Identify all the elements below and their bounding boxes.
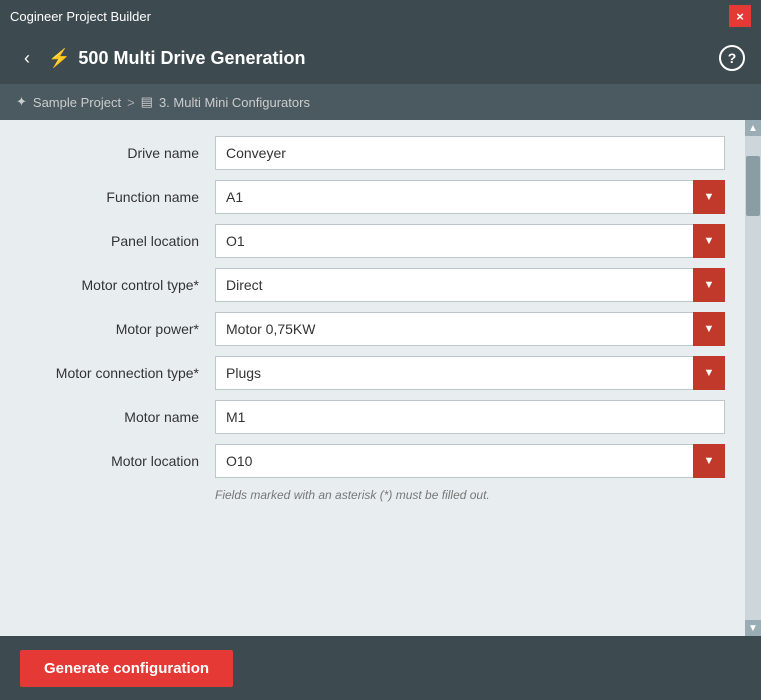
form-row-motor-connection-type: Motor connection type*Plugs	[20, 356, 725, 390]
close-button[interactable]: ×	[729, 5, 751, 27]
label-motor-control-type: Motor control type*	[20, 277, 215, 293]
select-wrapper-motor-power: Motor 0,75KW	[215, 312, 725, 346]
form-container: Drive nameFunction nameA1Panel locationO…	[0, 120, 745, 636]
help-button[interactable]: ?	[719, 45, 745, 71]
form-row-panel-location: Panel locationO1	[20, 224, 725, 258]
select-motor-location[interactable]: O10	[215, 444, 725, 478]
breadcrumb-separator: >	[127, 95, 135, 110]
breadcrumb-doc-icon: ▤	[141, 94, 153, 110]
content-area: Drive nameFunction nameA1Panel locationO…	[0, 120, 761, 636]
breadcrumb-project-name: Sample Project	[33, 95, 121, 110]
breadcrumb-step: 3. Multi Mini Configurators	[159, 95, 310, 110]
select-motor-power[interactable]: Motor 0,75KW	[215, 312, 725, 346]
form-row-drive-name: Drive name	[20, 136, 725, 170]
form-row-motor-location: Motor locationO10	[20, 444, 725, 478]
select-wrapper-motor-control-type: Direct	[215, 268, 725, 302]
select-wrapper-panel-location: O1	[215, 224, 725, 258]
label-motor-name: Motor name	[20, 409, 215, 425]
select-wrapper-function-name: A1	[215, 180, 725, 214]
header-title: ⚡ 500 Multi Drive Generation	[48, 48, 306, 69]
form-row-motor-name: Motor name	[20, 400, 725, 434]
back-button[interactable]: ‹	[16, 44, 38, 73]
scrollbar-down-arrow[interactable]: ▼	[745, 620, 761, 636]
lightning-icon: ⚡	[48, 48, 70, 69]
form-row-motor-power: Motor power*Motor 0,75KW	[20, 312, 725, 346]
select-motor-connection-type[interactable]: Plugs	[215, 356, 725, 390]
header-left: ‹ ⚡ 500 Multi Drive Generation	[16, 44, 306, 73]
scrollbar-thumb[interactable]	[746, 156, 760, 216]
main-window: Cogineer Project Builder × ‹ ⚡ 500 Multi…	[0, 0, 761, 700]
form-footnote: Fields marked with an asterisk (*) must …	[215, 488, 725, 502]
window-title: Cogineer Project Builder	[10, 9, 151, 24]
header-title-text: 500 Multi Drive Generation	[78, 48, 305, 69]
breadcrumb: ✦ Sample Project > ▤ 3. Multi Mini Confi…	[0, 84, 761, 120]
select-motor-control-type[interactable]: Direct	[215, 268, 725, 302]
input-motor-name[interactable]	[215, 400, 725, 434]
label-drive-name: Drive name	[20, 145, 215, 161]
select-panel-location[interactable]: O1	[215, 224, 725, 258]
generate-config-button[interactable]: Generate configuration	[20, 650, 233, 687]
form-row-motor-control-type: Motor control type*Direct	[20, 268, 725, 302]
label-motor-power: Motor power*	[20, 321, 215, 337]
scrollbar: ▲ ▼	[745, 120, 761, 636]
label-function-name: Function name	[20, 189, 215, 205]
header: ‹ ⚡ 500 Multi Drive Generation ?	[0, 32, 761, 84]
form-row-function-name: Function nameA1	[20, 180, 725, 214]
label-motor-location: Motor location	[20, 453, 215, 469]
label-panel-location: Panel location	[20, 233, 215, 249]
scrollbar-up-arrow[interactable]: ▲	[745, 120, 761, 136]
label-motor-connection-type: Motor connection type*	[20, 365, 215, 381]
select-wrapper-motor-location: O10	[215, 444, 725, 478]
select-function-name[interactable]: A1	[215, 180, 725, 214]
footer: Generate configuration	[0, 636, 761, 700]
select-wrapper-motor-connection-type: Plugs	[215, 356, 725, 390]
breadcrumb-project-icon: ✦	[16, 94, 27, 110]
title-bar: Cogineer Project Builder ×	[0, 0, 761, 32]
input-drive-name[interactable]	[215, 136, 725, 170]
